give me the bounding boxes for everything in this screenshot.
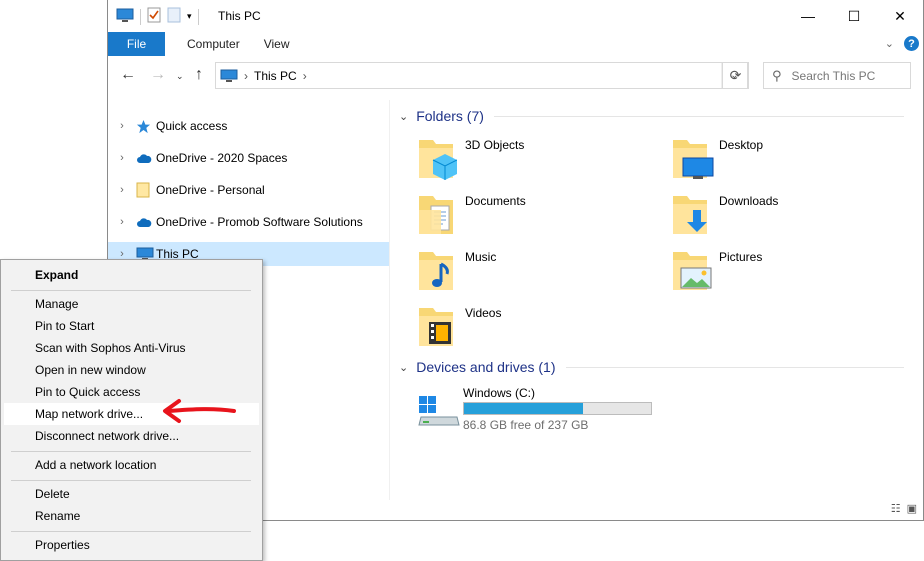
- content-pane: ⌄ Folders (7) 3D Objects Desktop Documen…: [393, 100, 918, 500]
- chevron-right-icon[interactable]: ›: [108, 120, 136, 132]
- properties-icon[interactable]: [147, 7, 161, 26]
- chevron-right-icon[interactable]: ›: [108, 216, 136, 228]
- folder-downloads[interactable]: Downloads: [671, 192, 901, 242]
- large-icons-view-icon[interactable]: ▣: [907, 502, 917, 515]
- red-arrow-annotation: [163, 399, 236, 423]
- address-bar[interactable]: › This PC › ⌄: [215, 62, 748, 89]
- ribbon-tabs: File Computer View: [108, 32, 923, 56]
- menu-item-expand[interactable]: Expand: [4, 264, 259, 286]
- chevron-down-icon[interactable]: ⌄: [399, 110, 408, 123]
- pictures-folder-icon: [671, 248, 715, 296]
- documents-folder-icon: [417, 192, 461, 240]
- menu-item-scan-sophos[interactable]: Scan with Sophos Anti-Virus: [4, 337, 259, 359]
- drive-free-space: 86.8 GB free of 237 GB: [463, 418, 589, 432]
- up-icon[interactable]: ↑: [195, 66, 203, 84]
- menu-item-properties[interactable]: Properties: [4, 534, 259, 556]
- close-button[interactable]: ✕: [877, 0, 923, 32]
- folder-label: Music: [465, 250, 497, 264]
- nav-item-onedrive-personal[interactable]: › OneDrive - Personal: [108, 178, 389, 202]
- tab-file[interactable]: File: [108, 32, 165, 56]
- folder-label: Documents: [465, 194, 526, 208]
- details-view-icon[interactable]: ☷: [891, 502, 901, 515]
- menu-item-disconnect-network-drive[interactable]: Disconnect network drive...: [4, 425, 259, 447]
- address-separator[interactable]: ›: [303, 69, 307, 83]
- navigation-bar: ← → ⌄ ↑ › This PC › ⌄ ⟳ ⚲ Search This PC: [108, 58, 923, 94]
- folders-group-header[interactable]: ⌄ Folders (7): [399, 108, 904, 124]
- search-placeholder: Search This PC: [791, 68, 876, 83]
- computer-icon[interactable]: [116, 8, 134, 26]
- folder-pictures[interactable]: Pictures: [671, 248, 901, 298]
- menu-item-rename[interactable]: Rename: [4, 505, 259, 527]
- group-title: Devices and drives (1): [416, 359, 556, 375]
- folder-music[interactable]: Music: [417, 248, 647, 298]
- nav-item-label: OneDrive - 2020 Spaces: [156, 151, 288, 165]
- help-icon[interactable]: ?: [904, 36, 919, 51]
- customize-toolbar-icon[interactable]: ▾: [187, 11, 192, 22]
- nav-item-onedrive-promob[interactable]: › OneDrive - Promob Software Solutions: [108, 210, 389, 234]
- new-folder-icon[interactable]: [167, 7, 181, 26]
- computer-icon: [220, 69, 238, 83]
- address-path[interactable]: This PC: [254, 69, 297, 83]
- chevron-right-icon[interactable]: ›: [108, 184, 136, 196]
- forward-icon[interactable]: →: [150, 66, 166, 84]
- folder-3d-objects[interactable]: 3D Objects: [417, 136, 647, 186]
- folder-label: Pictures: [719, 250, 763, 264]
- window-title: This PC: [218, 9, 261, 23]
- nav-item-label: Quick access: [156, 119, 228, 133]
- folder-documents[interactable]: Documents: [417, 192, 647, 242]
- 3d-objects-folder-icon: [417, 136, 461, 184]
- drive-windows-c[interactable]: Windows (C:) 86.8 GB free of 237 GB: [413, 385, 673, 433]
- folder-desktop[interactable]: Desktop: [671, 136, 901, 186]
- cloud-icon: [136, 217, 156, 228]
- nav-item-label: OneDrive - Personal: [156, 183, 265, 197]
- tab-computer[interactable]: Computer: [165, 32, 254, 56]
- menu-item-add-network-location[interactable]: Add a network location: [4, 454, 259, 476]
- recent-locations-icon[interactable]: ⌄: [176, 71, 184, 82]
- desktop-folder-icon: [671, 136, 715, 184]
- drives-group-header[interactable]: ⌄ Devices and drives (1): [399, 359, 904, 375]
- videos-folder-icon: [417, 304, 461, 352]
- folder-icon: [136, 182, 156, 198]
- menu-item-manage[interactable]: Manage: [4, 293, 259, 315]
- folder-label: Desktop: [719, 138, 764, 152]
- tab-view[interactable]: View: [254, 32, 304, 56]
- nav-item-quick-access[interactable]: › Quick access: [108, 114, 389, 138]
- quick-access-toolbar: ▾: [116, 7, 199, 26]
- address-separator[interactable]: ›: [244, 69, 248, 83]
- expand-ribbon-icon[interactable]: ⌄: [885, 37, 894, 50]
- maximize-button[interactable]: ☐: [831, 0, 877, 32]
- nav-item-onedrive-2020-spaces[interactable]: › OneDrive - 2020 Spaces: [108, 146, 389, 170]
- folder-label: Downloads: [719, 194, 779, 208]
- minimize-button[interactable]: —: [785, 0, 831, 32]
- group-title: Folders (7): [416, 108, 484, 124]
- windows-drive-icon: [417, 395, 461, 432]
- cloud-icon: [136, 153, 156, 164]
- search-box[interactable]: ⚲ Search This PC: [763, 62, 911, 89]
- folder-videos[interactable]: Videos: [417, 304, 647, 354]
- folder-label: 3D Objects: [465, 138, 525, 152]
- drive-usage-fill: [464, 403, 583, 414]
- menu-item-delete[interactable]: Delete: [4, 483, 259, 505]
- downloads-folder-icon: [671, 192, 715, 240]
- drive-label: Windows (C:): [463, 386, 536, 400]
- chevron-right-icon[interactable]: ›: [108, 152, 136, 164]
- menu-item-pin-to-start[interactable]: Pin to Start: [4, 315, 259, 337]
- chevron-down-icon[interactable]: ⌄: [399, 361, 408, 374]
- music-folder-icon: [417, 248, 461, 296]
- menu-item-open-new-window[interactable]: Open in new window: [4, 359, 259, 381]
- nav-item-label: OneDrive - Promob Software Solutions: [156, 215, 363, 229]
- back-icon[interactable]: ←: [120, 66, 136, 84]
- context-menu: Expand Manage Pin to Start Scan with Sop…: [0, 259, 263, 561]
- refresh-button[interactable]: ⟳: [722, 62, 749, 89]
- search-icon: ⚲: [772, 67, 782, 83]
- drive-usage-bar: [463, 402, 652, 415]
- star-icon: [136, 119, 156, 134]
- title-bar: ▾ This PC — ☐ ✕: [108, 0, 923, 32]
- folder-label: Videos: [465, 306, 502, 320]
